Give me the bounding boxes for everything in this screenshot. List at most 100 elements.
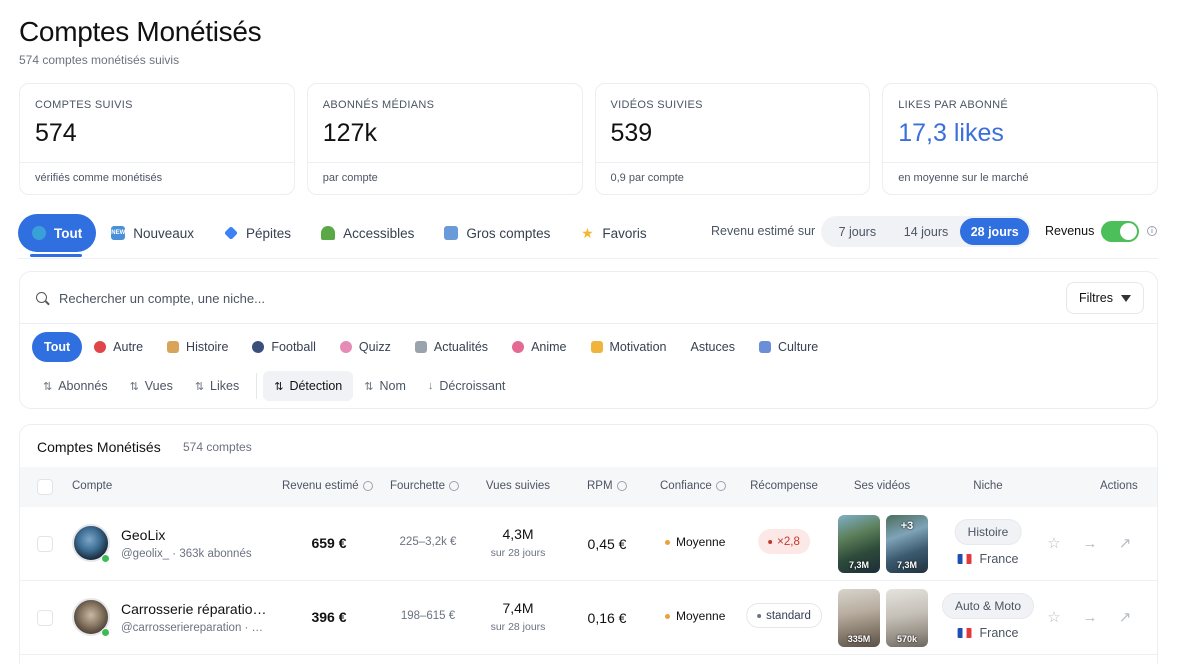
video-thumbnail[interactable]: +3 7,3M [886,515,928,573]
estimated-revenue: 396 € [311,609,347,625]
sort-likes[interactable]: ⇅ Likes [184,371,250,401]
tab-gros-comptes[interactable]: Gros comptes [429,214,565,252]
row-checkbox[interactable] [37,610,53,626]
divider [20,162,294,163]
column-niche[interactable]: Niche [973,480,1002,492]
tab-tout[interactable]: Tout [18,214,97,252]
category-astuces[interactable]: Astuces [678,332,746,362]
stat-note: vérifiés comme monétisés [35,172,163,184]
badge-dot [757,613,762,618]
stat-card-comptes-suivis: COMPTES SUIVIS 574 vérifiés comme monéti… [19,83,295,195]
sort-nom[interactable]: ⇅ Nom [353,371,417,401]
period-28-jours[interactable]: 28 jours [960,218,1030,245]
account-name[interactable]: GeoLix [121,527,165,543]
video-views: 7,3M [896,560,917,570]
category-label: Anime [531,340,567,354]
info-icon[interactable] [362,481,373,491]
video-thumbnail[interactable]: 335M [838,589,880,647]
stat-card-videos-suivies: VIDÉOS SUIVIES 539 0,9 par compte [594,83,871,195]
column-compte[interactable]: Compte [72,480,112,492]
external-link-icon[interactable]: ↗ [1117,609,1133,626]
tab-label: Favoris [602,225,647,241]
column-confiance[interactable]: Confiance [660,480,726,492]
sort-options: ⇅ Abonnés ⇅ Vues ⇅ Likes ⇅ Détection ⇅ Nom ↓ D… [32,371,516,401]
category-actualites[interactable]: Actualités [403,332,500,362]
niche-badge: Auto & Moto [941,593,1035,619]
sort-detection[interactable]: ⇅ Détection [263,371,354,401]
category-tout[interactable]: Tout [32,332,83,362]
sort-icon: ⇅ [194,380,205,393]
masks-icon [758,341,771,353]
column-recompense[interactable]: Récompense [750,480,818,492]
row-checkbox[interactable] [37,536,53,552]
revenue-period-label: Revenu estimé sur [711,224,816,238]
table-row[interactable]: Carrosserie réparatio… @carrosserierepar… [20,581,1157,655]
tracked-views-period: sur 28 jours [490,621,546,633]
account-name[interactable]: Carrosserie réparatio… [121,601,267,617]
column-fourchette[interactable]: Fourchette [390,480,459,492]
category-autre[interactable]: Autre [82,332,155,362]
blossom-icon [512,341,525,353]
column-rpm[interactable]: RPM [587,480,627,492]
scroll-icon [167,341,180,353]
estimated-revenue: 659 € [311,535,347,551]
favorite-star-icon[interactable]: ☆ [1046,609,1062,626]
tracked-views: 7,4M [502,600,534,616]
soccer-ball-icon [252,341,265,353]
period-7-jours[interactable]: 7 jours [823,218,892,245]
filters-button[interactable]: Filtres [1065,282,1144,314]
sort-label: Vues [144,379,173,393]
tab-pepites[interactable]: Pépites [209,214,306,252]
tab-accessibles[interactable]: Accessibles [306,214,429,252]
table-row[interactable]: GeoLix @geolix_ · 363k abonnés 659 € 225… [20,507,1157,581]
stat-value: 17,3 likes [898,119,1004,147]
gem-icon [224,226,238,240]
select-all-checkbox[interactable] [37,479,53,495]
column-vues-suivies[interactable]: Vues suivies [486,480,550,492]
stat-label: VIDÉOS SUIVIES [610,99,703,111]
info-icon[interactable] [616,481,627,491]
stat-value: 539 [610,119,653,147]
table-title: Comptes Monétisés [37,439,161,455]
arrow-right-icon[interactable]: → [1082,609,1098,626]
seedling-icon [321,226,336,240]
info-icon[interactable]: i [1147,226,1157,236]
search-input[interactable] [59,287,759,309]
niche-badge: Histoire [954,519,1022,545]
tracked-views: 4,3M [502,526,534,542]
favorite-star-icon[interactable]: ☆ [1046,535,1062,552]
star-icon: ★ [581,224,594,241]
period-14-jours[interactable]: 14 jours [892,218,961,245]
divider [883,162,1157,163]
revenus-toggle[interactable] [1101,221,1139,242]
video-thumbnail[interactable]: 7,3M [838,515,880,573]
category-label: Histoire [186,340,229,354]
sort-icon: ⇅ [43,380,53,393]
tab-nouveaux[interactable]: NEW Nouveaux [96,214,209,252]
globe-icon [32,226,46,240]
column-revenu-estime[interactable]: Revenu estimé [282,480,373,492]
info-icon[interactable] [715,481,726,491]
category-quizz[interactable]: Quizz [328,332,403,362]
new-icon: NEW [111,226,126,240]
category-anime[interactable]: Anime [500,332,578,362]
revenue-range: 225–3,2k € [399,536,457,548]
stat-card-abonnes-medians: ABONNÉS MÉDIANS 127k par compte [306,83,583,195]
video-thumbnail[interactable]: 570k [886,589,928,647]
info-icon[interactable] [448,481,459,491]
stats-row: COMPTES SUIVIS 574 vérifiés comme monéti… [19,83,1158,195]
category-label: Quizz [358,340,391,354]
filters-button-label: Filtres [1078,291,1113,305]
category-label: Motivation [609,340,667,354]
category-motivation[interactable]: Motivation [579,332,679,362]
sort-abonnes[interactable]: ⇅ Abonnés [32,371,119,401]
tab-favoris[interactable]: ★ Favoris [565,214,661,252]
arrow-right-icon[interactable]: → [1082,535,1098,552]
category-football[interactable]: Football [240,332,327,362]
sort-vues[interactable]: ⇅ Vues [119,371,184,401]
category-culture[interactable]: Culture [747,332,830,362]
newspaper-icon [414,341,427,353]
external-link-icon[interactable]: ↗ [1117,535,1133,552]
category-histoire[interactable]: Histoire [155,332,240,362]
sort-order-toggle[interactable]: ↓ Décroissant [417,371,517,401]
